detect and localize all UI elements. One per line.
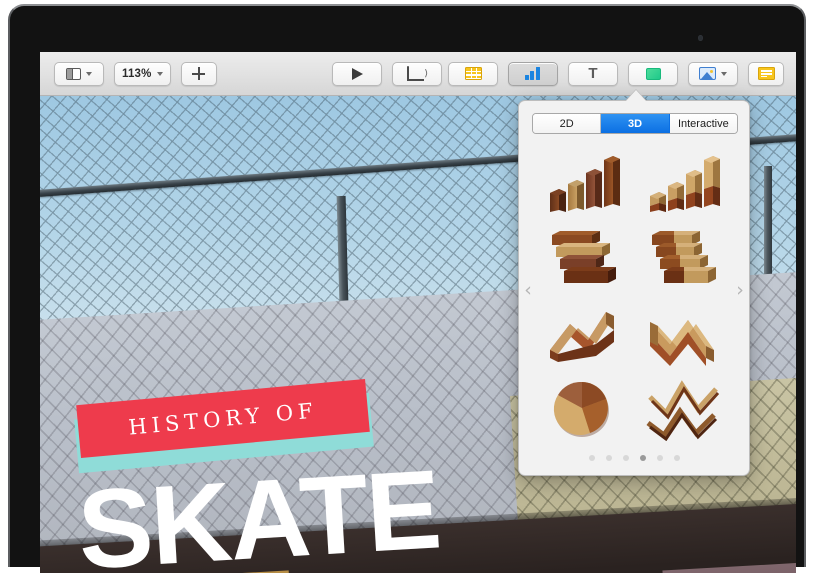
chart-thumbnail-grid [535,145,735,445]
chart-type-segmented-control[interactable]: 2D 3D Interactive [532,113,738,134]
previous-page-arrow[interactable]: ‹ [520,279,536,301]
plus-icon [192,67,206,80]
laptop-frame: 113% ⟩ T HISTORY OF SKATE 2D 3D Interact… [0,0,814,573]
screen-bezel: 113% ⟩ T HISTORY OF SKATE 2D 3D Interact… [8,4,806,573]
display-play-icon: ⟩ [407,65,428,81]
shape-icon [645,67,661,80]
chart-thumb-3d-column[interactable] [539,147,631,219]
shape-button[interactable] [628,61,678,86]
camera-dot-icon [698,35,703,41]
chevron-down-icon [86,71,92,76]
screen-content: 113% ⟩ T HISTORY OF SKATE 2D 3D Interact… [40,52,796,573]
toolbar-right-group: T [448,61,784,86]
chart-thumb-3d-pie[interactable] [539,372,631,444]
format-panel-icon [757,67,775,80]
segment-3d[interactable]: 3D [601,114,670,133]
page-dot[interactable] [622,455,629,461]
page-dot-active[interactable] [639,455,646,461]
text-button[interactable]: T [568,61,618,86]
view-layout-icon [66,67,81,80]
page-dot[interactable] [605,455,612,461]
view-button[interactable] [54,61,104,86]
chevron-down-icon [156,71,163,76]
add-slide-button[interactable] [180,61,217,86]
toolbar-left-group: 113% [54,61,217,86]
chart-thumb-3d-stacked-bar[interactable] [639,222,731,294]
toolbar-center-group: ⟩ [332,61,442,86]
zoom-level-label: 113% [122,67,152,80]
table-icon [464,67,482,80]
segment-2d[interactable]: 2D [533,114,602,133]
page-dot[interactable] [656,455,663,461]
chart-picker-popover: 2D 3D Interactive ‹ › [518,100,750,476]
media-button[interactable] [688,61,738,86]
play-icon [351,67,363,80]
chart-thumb-3d-stacked-area[interactable] [639,297,731,369]
text-icon: T [588,65,598,82]
segment-interactive[interactable]: Interactive [669,114,737,133]
zoom-button[interactable]: 113% [114,61,171,86]
popover-pointer [626,90,646,101]
page-dot[interactable] [588,455,595,461]
media-icon [699,67,716,80]
page-dot[interactable] [673,455,680,461]
play-on-display-button[interactable]: ⟩ [392,61,442,86]
chart-thumb-3d-line[interactable] [639,372,731,444]
page-indicator-dots[interactable] [519,455,749,461]
chevron-down-icon [721,71,727,76]
chart-thumb-3d-bar[interactable] [539,222,631,294]
format-button[interactable] [748,61,784,86]
play-button[interactable] [332,61,382,86]
table-button[interactable] [448,61,498,86]
slide-title-line1: HISTORY OF [127,397,319,440]
chart-icon [524,67,542,80]
app-toolbar: 113% ⟩ T [40,52,796,96]
chart-button[interactable] [508,61,558,86]
chart-thumb-3d-stacked-column[interactable] [639,147,731,219]
chart-thumb-3d-area[interactable] [539,297,631,369]
slide-title-line2[interactable]: SKATE [75,446,443,573]
